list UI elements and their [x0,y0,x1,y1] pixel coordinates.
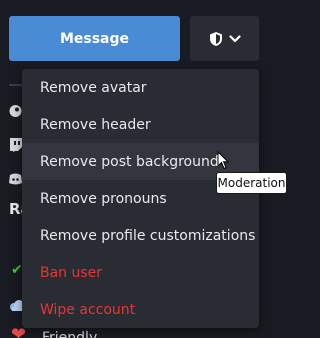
cloud-icon [9,298,24,312]
chevron-down-icon [228,34,241,43]
menu-item-remove-header[interactable]: Remove header [22,106,259,143]
shield-icon [209,31,223,47]
menu-item-ban-user[interactable]: Ban user [22,254,259,291]
menu-item-remove-avatar[interactable]: Remove avatar [22,69,259,106]
menu-item-wipe-account[interactable]: Wipe account [22,291,259,328]
message-button[interactable]: Message [9,16,180,61]
badge-label-partial: Friendly [42,330,98,338]
profile-page: Message Ra ✔ ❤ Friendly Remove avatar Re… [0,0,305,338]
discord-icon [9,171,22,185]
check-icon: ✔ [11,262,23,278]
moderation-dropdown: Remove avatar Remove header Remove post … [22,69,259,328]
twitch-icon [9,137,22,152]
divider [9,84,23,86]
moderation-tooltip: Moderation [216,172,287,194]
menu-item-remove-profile-customizations[interactable]: Remove profile customizations [22,217,259,254]
moderation-button[interactable] [190,16,259,61]
steam-icon [9,103,22,117]
mouse-cursor-icon [217,150,230,174]
